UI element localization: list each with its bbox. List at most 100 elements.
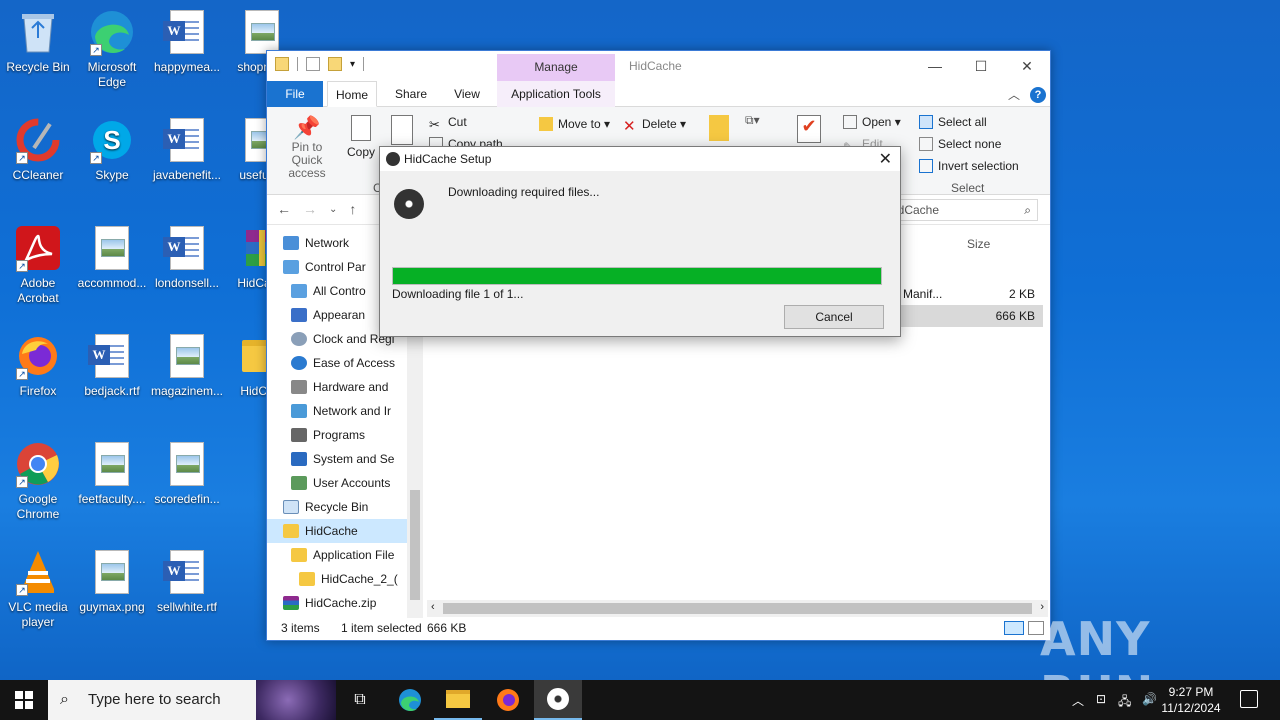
scrollbar-thumb[interactable] — [410, 490, 420, 600]
desktop-icon-chrome[interactable]: ↗ Google Chrome — [0, 440, 76, 522]
tree-item-recycle-bin[interactable]: Recycle Bin — [283, 495, 368, 519]
tree-item-all-control-panel[interactable]: All Contro — [291, 279, 366, 303]
tree-item-hidcache[interactable]: HidCache — [267, 519, 407, 543]
tree-item-hidcache-subfolder[interactable]: HidCache_2_( — [299, 567, 398, 591]
taskbar-edge[interactable] — [386, 680, 434, 720]
delete-button[interactable]: ✕ Delete ▾ — [623, 117, 686, 135]
desktop-icon-vlc[interactable]: ↗ VLC media player — [0, 548, 76, 630]
desktop-icon-skype[interactable]: S ↗ Skype — [74, 116, 150, 183]
tab-view[interactable]: View — [445, 81, 489, 107]
desktop-icon-firefox[interactable]: ↗ Firefox — [0, 332, 76, 399]
paste-icon[interactable] — [391, 115, 413, 145]
folder-icon[interactable] — [275, 57, 289, 71]
tab-file[interactable]: File — [267, 81, 323, 107]
desktop-icon-label: Skype — [95, 168, 129, 182]
file-row[interactable]: n Manif... 2 KB — [893, 283, 1043, 305]
tree-item-appearance[interactable]: Appearan — [291, 303, 365, 327]
desktop-icon-image-file[interactable]: scoredefin... — [149, 440, 225, 507]
horizontal-scrollbar[interactable]: ‹ › — [427, 600, 1048, 617]
desktop-icon-word-doc[interactable]: W bedjack.rtf — [74, 332, 150, 399]
download-status: Downloading file 1 of 1... — [392, 287, 524, 301]
nav-arrows: ← → ⌄ ↑ — [277, 201, 356, 217]
desktop-icon-ccleaner[interactable]: ↗ CCleaner — [0, 116, 76, 183]
desktop-icon-word-doc[interactable]: W happymea... — [149, 8, 225, 75]
column-header-size[interactable]: Size — [967, 237, 990, 251]
start-button[interactable] — [0, 680, 48, 720]
manage-context-tab[interactable]: Manage — [497, 54, 615, 81]
customize-qat-icon[interactable]: ▾ — [350, 59, 355, 70]
setup-disc-icon — [547, 688, 569, 710]
tree-item-network[interactable]: Network — [283, 231, 349, 255]
tree-item-ease-of-access[interactable]: Ease of Access — [291, 351, 395, 375]
close-icon[interactable]: ✕ — [1004, 51, 1050, 81]
taskbar-hidcache-setup[interactable] — [534, 680, 582, 720]
show-hidden-icons-icon[interactable]: ︿ — [1072, 692, 1084, 709]
new-folder-icon[interactable] — [328, 57, 342, 71]
word-doc-icon: W — [163, 548, 211, 596]
desktop-icon-image-file[interactable]: guymax.png — [74, 548, 150, 615]
maximize-icon[interactable]: ☐ — [958, 51, 1004, 81]
desktop-icon-adobe-acrobat[interactable]: ↗ Adobe Acrobat — [0, 224, 76, 306]
tab-application-tools[interactable]: Application Tools — [497, 81, 615, 107]
tree-item-control-panel[interactable]: Control Par — [283, 255, 366, 279]
network-icon[interactable]: 🖧 — [1118, 692, 1131, 713]
open-icon — [843, 115, 857, 129]
taskbar-search-box[interactable]: ⌕ Type here to search — [48, 680, 336, 720]
open-button[interactable]: Open ▾ — [843, 115, 901, 129]
desktop-icon-edge[interactable]: ↗ Microsoft Edge — [74, 8, 150, 90]
minimize-icon[interactable]: — — [912, 51, 958, 81]
scrollbar-thumb[interactable] — [443, 603, 1032, 614]
file-row[interactable]: n 666 KB — [893, 305, 1043, 327]
collapse-ribbon-icon[interactable]: ︿ — [1008, 86, 1020, 103]
notification-center-icon[interactable] — [1240, 690, 1258, 708]
desktop-icon-image-file[interactable]: feetfaculty.... — [74, 440, 150, 507]
properties-icon[interactable]: ✔ — [797, 115, 821, 143]
search-highlight-image — [256, 680, 336, 720]
desktop-icon-label: CCleaner — [12, 168, 64, 182]
tree-item-hidcache-zip[interactable]: HidCache.zip — [283, 591, 376, 615]
scroll-left-icon[interactable]: ‹ — [431, 601, 435, 613]
search-input[interactable]: idCache ⌕ — [888, 199, 1038, 221]
new-item-icon[interactable]: ⧉▾ — [745, 113, 760, 128]
pin-to-quick-access-button[interactable]: 📌 Pin to Quick access — [275, 115, 339, 180]
copy-button[interactable]: Copy — [345, 115, 377, 159]
up-arrow-icon[interactable]: ↑ — [349, 201, 356, 217]
taskbar-firefox[interactable] — [484, 680, 532, 720]
tab-share[interactable]: Share — [389, 81, 433, 107]
meet-now-icon[interactable]: ⊡ — [1096, 692, 1106, 706]
desktop-icon-image-file[interactable]: accommod... — [74, 224, 150, 291]
back-arrow-icon[interactable]: ← — [277, 201, 291, 217]
tree-item-system-security[interactable]: System and Se — [291, 447, 394, 471]
tree-item-hardware[interactable]: Hardware and — [291, 375, 388, 399]
task-view-button[interactable]: ⧉ — [336, 680, 384, 720]
cut-button[interactable]: ✂ Cut — [429, 115, 467, 132]
desktop-icon-recycle-bin[interactable]: Recycle Bin — [0, 8, 76, 75]
select-all-button[interactable]: Select all — [919, 115, 987, 129]
volume-icon[interactable]: 🔊 — [1142, 692, 1157, 706]
clock[interactable]: 9:27 PM 11/12/2024 — [1156, 684, 1226, 716]
chrome-icon: ↗ — [14, 440, 62, 488]
properties-icon[interactable] — [306, 57, 320, 71]
invert-selection-button[interactable]: Invert selection — [919, 159, 1019, 173]
tab-home[interactable]: Home — [327, 81, 377, 107]
tree-item-application-files[interactable]: Application File — [291, 543, 394, 567]
tree-item-programs[interactable]: Programs — [291, 423, 365, 447]
desktop-icon-image-file[interactable]: magazinem... — [149, 332, 225, 399]
file-explorer-icon — [446, 690, 470, 708]
cancel-button[interactable]: Cancel — [784, 305, 884, 329]
details-view-icon[interactable] — [1004, 621, 1024, 635]
move-to-button[interactable]: Move to ▾ — [539, 117, 610, 131]
folder-icon — [291, 548, 307, 562]
forward-arrow-icon[interactable]: → — [303, 201, 317, 217]
recent-locations-icon[interactable]: ⌄ — [329, 201, 337, 217]
select-none-button[interactable]: Select none — [919, 137, 1001, 151]
close-icon[interactable]: ✕ — [879, 149, 892, 169]
desktop-icon-word-doc[interactable]: W javabenefit... — [149, 116, 225, 183]
help-icon[interactable]: ? — [1030, 86, 1046, 103]
tree-item-user-accounts[interactable]: User Accounts — [291, 471, 390, 495]
desktop-icon-word-doc[interactable]: W sellwhite.rtf — [149, 548, 225, 615]
tree-item-network-internet[interactable]: Network and Ir — [291, 399, 391, 423]
desktop-icon-word-doc[interactable]: W londonsell... — [149, 224, 225, 291]
taskbar-file-explorer[interactable] — [434, 680, 482, 720]
new-folder-icon[interactable] — [709, 115, 729, 141]
